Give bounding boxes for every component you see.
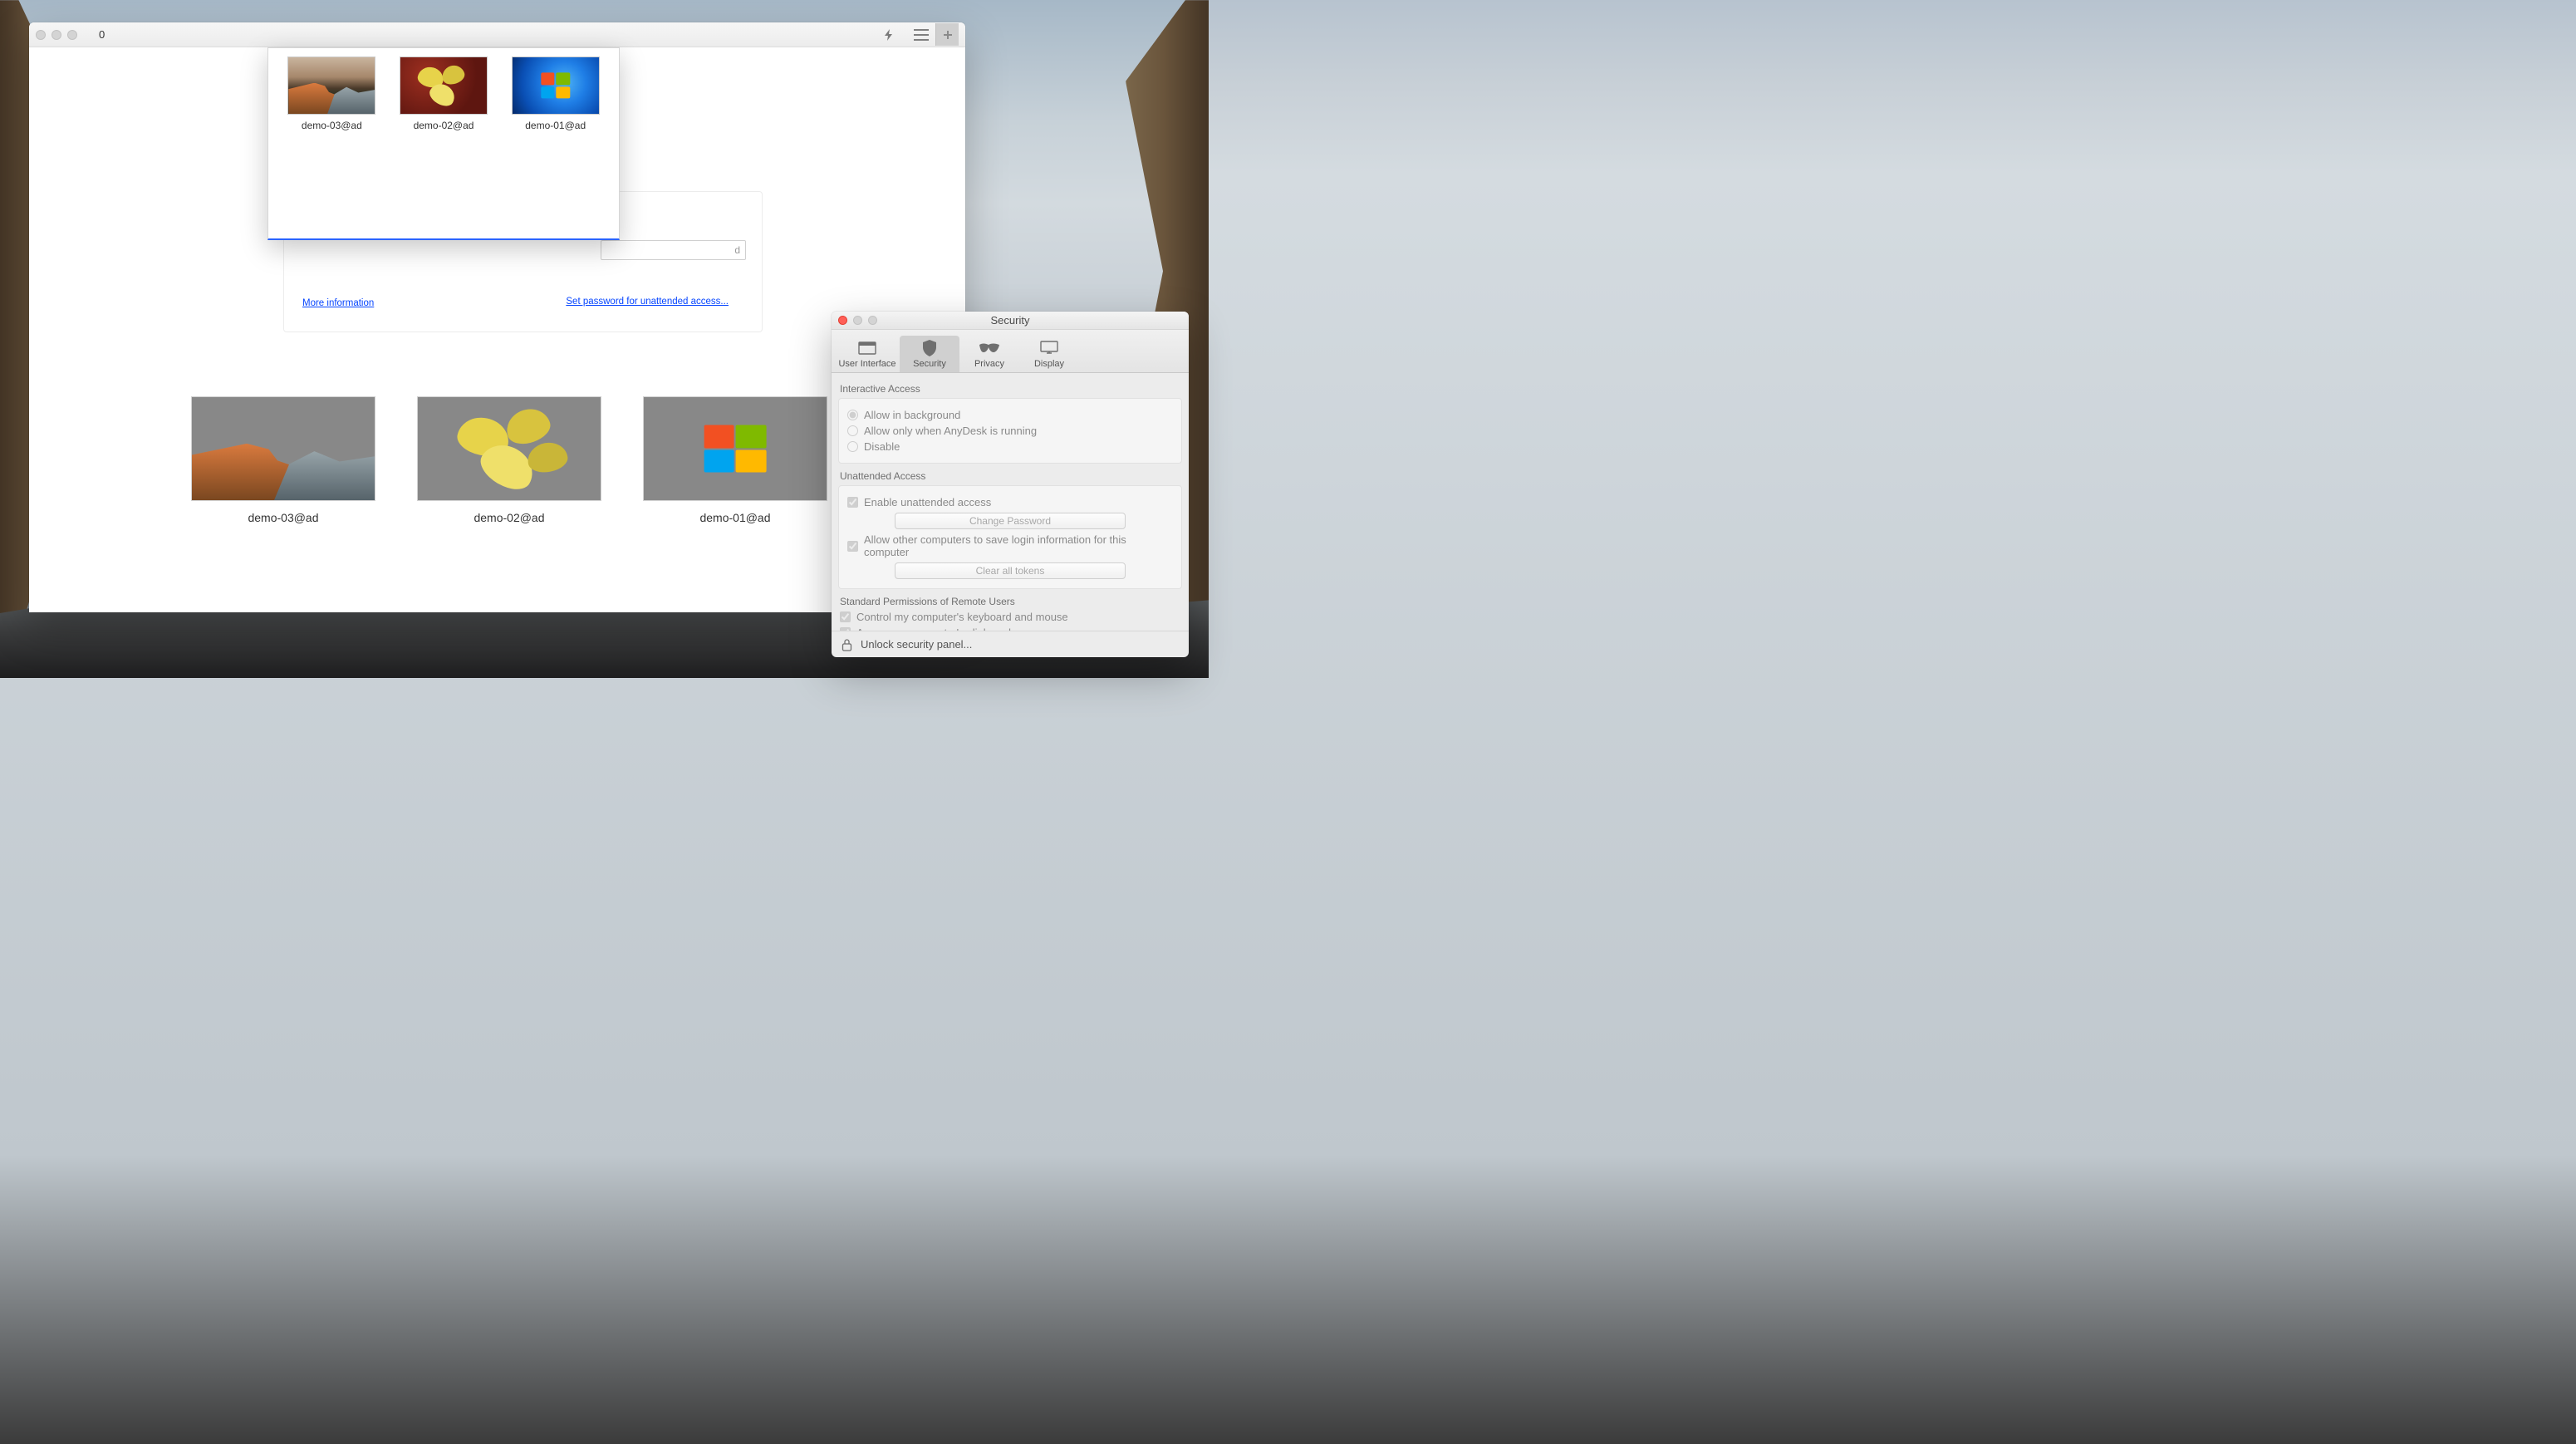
change-password-button[interactable]: Change Password xyxy=(895,513,1126,529)
new-tab-button[interactable] xyxy=(935,23,959,46)
thumbnail-leaves-icon xyxy=(400,56,488,115)
thumbnail-elcapitan-icon xyxy=(287,56,375,115)
section-title-permissions: Standard Permissions of Remote Users xyxy=(840,596,1180,607)
settings-titlebar: Security xyxy=(832,312,1189,330)
remote-address-input[interactable]: d xyxy=(601,240,746,260)
suggestion-item[interactable]: demo-01@ad xyxy=(507,56,604,230)
radio-allow-background[interactable]: Allow in background xyxy=(847,409,1173,421)
more-information-link[interactable]: More information xyxy=(302,298,374,308)
tab-display[interactable]: Display xyxy=(1019,336,1079,372)
menu-icon[interactable] xyxy=(907,26,935,44)
thumbnail-elcapitan-icon xyxy=(191,396,375,501)
speed-dial-item[interactable]: demo-01@ad xyxy=(643,396,827,524)
speed-dial-label: demo-02@ad xyxy=(417,511,601,524)
security-settings-window: Security User Interface Security Privacy… xyxy=(832,312,1189,657)
unlock-panel-label: Unlock security panel... xyxy=(861,638,972,651)
speed-dial: demo-03@ad demo-02@ad demo-01@ad xyxy=(191,396,827,524)
speed-dial-item[interactable]: demo-03@ad xyxy=(191,396,375,524)
checkbox-enable-unattended[interactable]: Enable unattended access xyxy=(847,496,1173,508)
thumbnail-leaves-icon xyxy=(417,396,601,501)
minimize-button[interactable] xyxy=(853,316,862,325)
close-button[interactable] xyxy=(838,316,847,325)
minimize-button[interactable] xyxy=(52,30,61,40)
checkbox-save-login[interactable]: Allow other computers to save login info… xyxy=(847,533,1173,558)
window-controls xyxy=(36,30,77,40)
unattended-access-section: Enable unattended access Change Password… xyxy=(838,485,1182,589)
tab-user-interface[interactable]: User Interface xyxy=(835,336,900,372)
section-title-interactive: Interactive Access xyxy=(840,383,1180,395)
zoom-button[interactable] xyxy=(868,316,877,325)
set-password-link[interactable]: Set password for unattended access... xyxy=(566,297,729,307)
monitor-icon xyxy=(1019,339,1079,357)
glasses-icon xyxy=(959,339,1019,357)
clear-tokens-button[interactable]: Clear all tokens xyxy=(895,562,1126,579)
settings-footer[interactable]: Unlock security panel... xyxy=(832,631,1189,657)
section-title-unattended: Unattended Access xyxy=(840,470,1180,482)
lock-icon xyxy=(841,638,852,651)
suggestion-label: demo-02@ad xyxy=(414,120,474,131)
thumbnail-windows-icon xyxy=(512,56,600,115)
radio-disable[interactable]: Disable xyxy=(847,440,1173,453)
suggestion-item[interactable]: demo-03@ad xyxy=(283,56,380,230)
address-field[interactable] xyxy=(99,26,895,44)
speed-dial-label: demo-01@ad xyxy=(643,511,827,524)
window-icon xyxy=(835,339,900,357)
address-suggestions-dropdown: demo-03@ad demo-02@ad demo-01@ad xyxy=(267,47,620,240)
titlebar xyxy=(29,22,965,47)
suggestion-label: demo-01@ad xyxy=(525,120,586,131)
window-controls xyxy=(838,316,877,325)
interactive-access-section: Allow in background Allow only when AnyD… xyxy=(838,398,1182,464)
tab-security[interactable]: Security xyxy=(900,336,959,372)
permissions-section: Control my computer's keyboard and mouse… xyxy=(838,611,1182,631)
thumbnail-windows-icon xyxy=(643,396,827,501)
speed-dial-label: demo-03@ad xyxy=(191,511,375,524)
address-input[interactable] xyxy=(99,28,877,41)
settings-title: Security xyxy=(832,314,1189,327)
tab-privacy[interactable]: Privacy xyxy=(959,336,1019,372)
zoom-button[interactable] xyxy=(67,30,77,40)
settings-tabs: User Interface Security Privacy Display xyxy=(832,330,1189,373)
suggestion-label: demo-03@ad xyxy=(302,120,362,131)
suggestion-item[interactable]: demo-02@ad xyxy=(395,56,493,230)
shield-icon xyxy=(900,339,959,357)
checkbox-control-keyboard-mouse[interactable]: Control my computer's keyboard and mouse xyxy=(840,611,1180,623)
settings-body: Interactive Access Allow in background A… xyxy=(832,373,1189,631)
close-button[interactable] xyxy=(36,30,46,40)
radio-allow-running[interactable]: Allow only when AnyDesk is running xyxy=(847,425,1173,437)
connect-icon[interactable] xyxy=(882,28,895,42)
speed-dial-item[interactable]: demo-02@ad xyxy=(417,396,601,524)
